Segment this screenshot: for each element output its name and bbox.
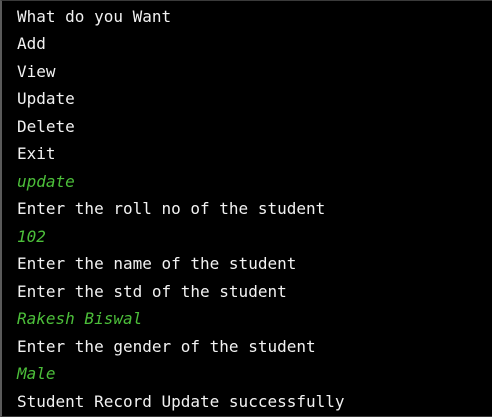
terminal-line-option-add: Add <box>17 34 46 53</box>
terminal-line-prompt-gender: Enter the gender of the student <box>17 337 316 356</box>
terminal-line-option-update: Update <box>17 89 75 108</box>
terminal-line-prompt-name: Enter the name of the student <box>17 254 297 273</box>
terminal-line-option-view: View <box>17 62 56 81</box>
terminal-line-prompt-std: Enter the std of the student <box>17 282 287 301</box>
terminal-line-user-input-roll: 102 <box>17 227 46 246</box>
terminal-line-user-input-name: Rakesh Biswal <box>17 309 143 328</box>
terminal-line-prompt-menu: What do you Want <box>17 7 172 26</box>
terminal-line-user-input-choice: update <box>17 172 75 191</box>
terminal-line-prompt-roll: Enter the roll no of the student <box>17 199 326 218</box>
terminal-line-option-exit: Exit <box>17 144 56 163</box>
terminal-output-panel[interactable]: What do you Want Add View Update Delete … <box>0 0 492 417</box>
terminal-line-option-delete: Delete <box>17 117 75 136</box>
terminal-line-user-input-gender: Male <box>17 364 56 383</box>
terminal-line-success-message: Student Record Update successfully <box>17 392 345 411</box>
